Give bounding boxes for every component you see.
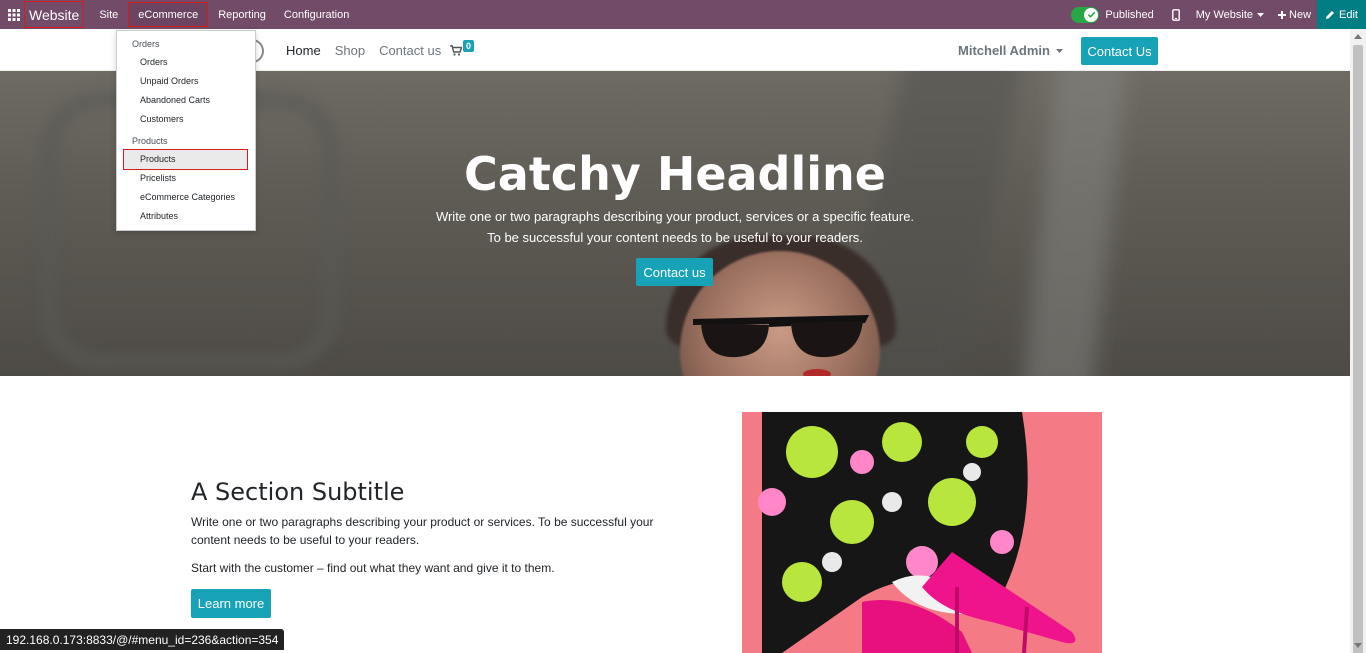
published-label: Published (1105, 8, 1154, 21)
scroll-up-icon[interactable] (1354, 34, 1362, 39)
section-paragraph-2: Start with the customer – find out what … (191, 561, 555, 575)
hero-woman-lips (803, 369, 831, 376)
sunglasses-graphic (693, 315, 869, 358)
admin-navbar: Website Site eCommerce Reporting Configu… (0, 0, 1366, 29)
my-website-switcher[interactable]: My Website (1186, 9, 1270, 21)
scrollbar-thumb[interactable] (1353, 45, 1363, 653)
plus-icon (1278, 10, 1287, 19)
menu-item-ecommerce-categories[interactable]: eCommerce Categories (140, 192, 235, 202)
menu-ecommerce[interactable]: eCommerce (128, 2, 209, 27)
dropdown-header-orders: Orders (132, 39, 160, 49)
menu-item-abandoned-carts[interactable]: Abandoned Carts (140, 95, 210, 105)
cart-link[interactable]: 0 (450, 40, 475, 56)
scroll-down-icon[interactable] (1354, 643, 1362, 648)
nav-shop[interactable]: Shop (335, 43, 365, 58)
contact-us-button[interactable]: Contact Us (1081, 37, 1158, 65)
cart-icon (450, 45, 462, 56)
section-image (742, 412, 1102, 653)
menu-item-customers[interactable]: Customers (140, 114, 184, 124)
menu-configuration[interactable]: Configuration (275, 0, 358, 29)
caret-down-icon (1257, 12, 1265, 17)
page-scrollbar[interactable] (1350, 29, 1366, 653)
edit-label: Edit (1339, 8, 1358, 21)
menu-site[interactable]: Site (90, 0, 127, 29)
pencil-icon (1326, 10, 1335, 19)
nav-home[interactable]: Home (286, 43, 321, 58)
user-name: Mitchell Admin (958, 43, 1050, 58)
menu-reporting[interactable]: Reporting (209, 0, 275, 29)
published-toggle[interactable] (1071, 6, 1100, 23)
menu-item-attributes[interactable]: Attributes (140, 211, 178, 221)
menu-item-products[interactable]: Products (140, 154, 176, 164)
ecommerce-dropdown: Orders Orders Unpaid Orders Abandoned Ca… (116, 30, 256, 231)
section-subtitle: A Section Subtitle (191, 478, 405, 506)
check-icon (1084, 7, 1099, 22)
new-button[interactable]: New (1270, 9, 1317, 21)
status-url-tooltip: 192.168.0.173:8833/@/#menu_id=236&action… (0, 629, 285, 650)
mobile-preview-icon[interactable] (1166, 8, 1186, 21)
menu-item-unpaid-orders[interactable]: Unpaid Orders (140, 76, 199, 86)
edit-button[interactable]: Edit (1317, 0, 1366, 29)
cart-count-badge: 0 (463, 40, 475, 52)
caret-down-icon (1055, 48, 1063, 53)
section-paragraph: Write one or two paragraphs describing y… (191, 515, 654, 547)
learn-more-button[interactable]: Learn more (191, 589, 271, 618)
new-label: New (1289, 8, 1312, 21)
nav-contact[interactable]: Contact us (379, 43, 441, 58)
my-website-label: My Website (1195, 8, 1254, 21)
hero-contact-button[interactable]: Contact us (636, 258, 713, 286)
user-menu[interactable]: Mitchell Admin (958, 43, 1063, 58)
app-name[interactable]: Website (24, 1, 85, 28)
menu-item-orders[interactable]: Orders (140, 57, 168, 67)
dropdown-header-products: Products (132, 136, 168, 146)
hero-text-line2: To be successful your content needs to b… (487, 230, 863, 245)
menu-item-pricelists[interactable]: Pricelists (140, 173, 176, 183)
